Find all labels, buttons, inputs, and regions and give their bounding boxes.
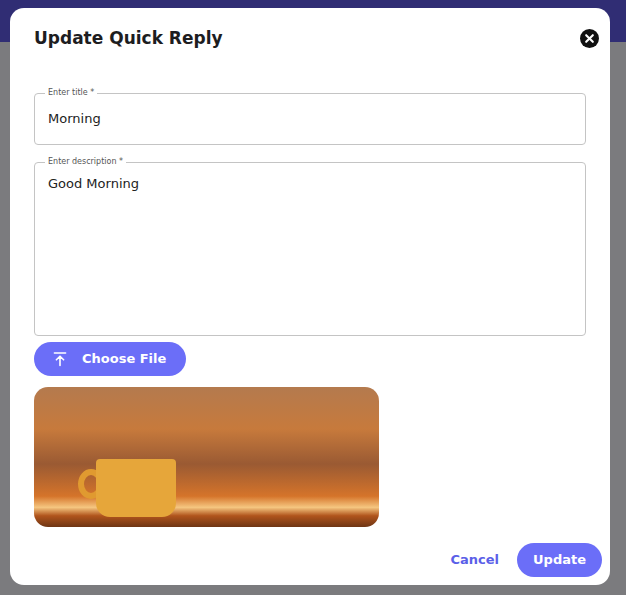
attachment-image (34, 387, 379, 527)
dialog-footer: Cancel Update (34, 543, 602, 577)
field-value[interactable]: Morning (48, 109, 101, 129)
cancel-button[interactable]: Cancel (448, 544, 501, 576)
update-button[interactable]: Update (517, 543, 602, 577)
upload-icon (52, 351, 68, 367)
choose-file-button[interactable]: Choose File (34, 342, 186, 376)
dialog-header: Update Quick Reply (34, 25, 586, 51)
close-icon[interactable] (580, 29, 599, 48)
update-dialog: Update Quick ReplyEnter title *MorningEn… (10, 8, 610, 585)
field-label: Enter title * (45, 87, 97, 99)
backdrop: Update Quick ReplyEnter title *MorningEn… (0, 0, 626, 595)
choose-file-label: Choose File (82, 349, 166, 369)
field-label: Enter description * (45, 156, 126, 168)
title-field[interactable]: Enter title *Morning (34, 93, 586, 145)
cup (96, 459, 176, 517)
dialog-title: Update Quick Reply (34, 28, 223, 48)
field-value[interactable]: Good Morning (48, 176, 139, 191)
description-field[interactable]: Enter description *Good Morning (34, 162, 586, 336)
